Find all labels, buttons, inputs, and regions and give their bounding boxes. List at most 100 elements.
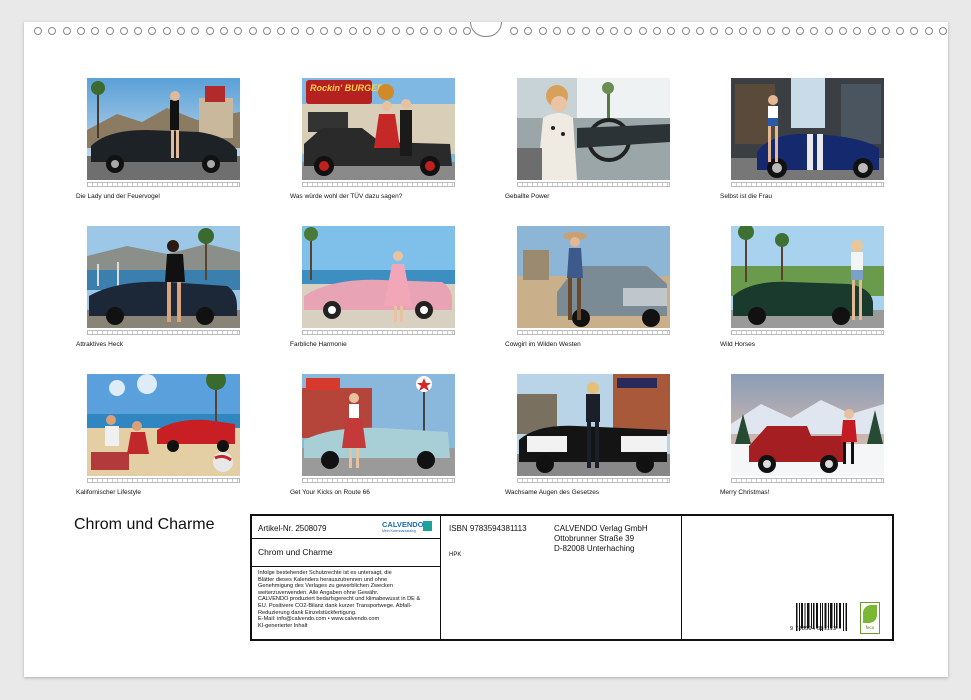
binding-ring <box>219 27 228 35</box>
binding-ring <box>524 27 533 35</box>
binding-ring <box>62 27 71 35</box>
thumbnail-1[interactable] <box>87 78 240 190</box>
mini-calendar-strip <box>517 330 670 335</box>
divider <box>252 538 440 539</box>
calvendo-logo-icon <box>423 521 432 531</box>
thumbnail-6[interactable] <box>302 226 455 338</box>
publisher-line: D-82008 Unterhaching <box>554 544 635 553</box>
thumbnail-caption: Kalifornischer Lifestyle <box>76 489 142 496</box>
binding-ring <box>896 27 905 35</box>
mini-calendar-strip <box>731 330 884 335</box>
hpk-label: HPK <box>449 552 462 558</box>
calendar-sheet: Die Lady und der Feuervogel Rockin' BURG… <box>24 22 948 677</box>
binding-ring <box>667 27 676 35</box>
binding-ring <box>939 27 947 35</box>
binding-ring <box>334 27 343 35</box>
mini-calendar-strip <box>302 330 455 335</box>
thumbnail-5[interactable] <box>87 226 240 338</box>
binding-ring <box>538 27 547 35</box>
photo-christmas-truck <box>731 374 884 476</box>
thumbnail-3[interactable] <box>517 78 670 190</box>
binding-ring <box>710 27 719 35</box>
photo-mustang-palms <box>731 226 884 328</box>
legal-line: CALVENDO produziert bedarfsgerecht und k… <box>258 596 421 603</box>
legal-line: Genehmigung des Verlages zu gewerblichen… <box>258 583 393 590</box>
binding-ring <box>724 27 733 35</box>
thumbnail-7[interactable] <box>517 226 670 338</box>
publisher-address: CALVENDO Verlag GmbH Ottobrunner Straße … <box>554 524 648 554</box>
binding-ring <box>781 27 790 35</box>
info-column-article: Artikel-Nr. 2508079 CALVENDO Mein Kalend… <box>252 516 441 639</box>
binding-ring <box>148 27 157 35</box>
thumbnail-12[interactable] <box>731 374 884 486</box>
binding-ring <box>638 27 647 35</box>
binding-ring <box>838 27 847 35</box>
binding-ring <box>753 27 762 35</box>
binding-ring <box>595 27 604 35</box>
binding-ring <box>76 27 85 35</box>
mini-calendar-strip <box>302 478 455 483</box>
thumbnail-caption: Selbst ist die Frau <box>720 193 773 200</box>
barcode-number: 9 783594 381113 <box>790 626 837 632</box>
binding-ring <box>434 27 443 35</box>
photo-corvette-marina <box>87 226 240 328</box>
binding-ring <box>581 27 590 35</box>
binding-ring <box>348 27 357 35</box>
binding-ring <box>134 27 143 35</box>
calendar-title: Chrom und Charme <box>74 516 215 533</box>
photo-rockin-burger: Rockin' BURGER <box>302 78 455 180</box>
binding-ring <box>624 27 633 35</box>
legal-line: Blätter dieses Kalenders herauszutrennen… <box>258 576 388 583</box>
photo-pink-cadillac <box>302 226 455 328</box>
calvendo-logo: CALVENDO <box>382 520 424 529</box>
publisher-line: CALVENDO Verlag GmbH <box>554 524 648 533</box>
binding-ring <box>810 27 819 35</box>
mini-calendar-strip <box>87 330 240 335</box>
photo-car-interior <box>517 78 670 180</box>
thumbnail-caption: Merry Christmas! <box>720 489 770 496</box>
mini-calendar-strip <box>87 478 240 483</box>
thumbnail-8[interactable] <box>731 226 884 338</box>
binding-ring <box>738 27 747 35</box>
info-column-barcode: 9 783594 381113 feco <box>682 516 892 639</box>
binding-ring <box>448 27 457 35</box>
mini-calendar-strip <box>517 478 670 483</box>
legal-line: E-Mail: info@calvendo.com • www.calvendo… <box>258 616 380 623</box>
photo-beach-picnic <box>87 374 240 476</box>
mini-calendar-strip <box>731 182 884 187</box>
thumbnail-caption: Get Your Kicks on Route 66 <box>290 489 370 496</box>
legal-line: EU. Positivere CO2-Bilanz dank kurzer Tr… <box>258 602 412 609</box>
isbn: ISBN 9783594381113 <box>449 524 527 533</box>
thumbnail-2[interactable]: Rockin' BURGER <box>302 78 455 190</box>
thumbnail-caption: Cowgirl im Wilden Westen <box>505 341 581 348</box>
binding-ring <box>924 27 933 35</box>
thumbnail-10[interactable] <box>302 374 455 486</box>
binding-ring <box>405 27 414 35</box>
photo-lady-firebird <box>87 78 240 180</box>
binding-ring <box>277 27 286 35</box>
binding-ring <box>695 27 704 35</box>
binding-ring <box>162 27 171 35</box>
binding-ring <box>824 27 833 35</box>
binding-ring <box>377 27 386 35</box>
thumbnail-caption: Wild Horses <box>720 341 756 348</box>
mini-calendar-strip <box>731 478 884 483</box>
photo-garage-cobra <box>731 78 884 180</box>
binding-ring <box>291 27 300 35</box>
eco-label: feco <box>865 625 875 630</box>
thumbnail-9[interactable] <box>87 374 240 486</box>
rockin-burger-sign: Rockin' BURGER <box>310 83 384 93</box>
publisher-line: Ottobrunner Straße 39 <box>554 534 635 543</box>
legal-text: Infolge bestehender Schutzrechte ist es … <box>258 570 436 629</box>
binding-ring <box>119 27 128 35</box>
binding-ring <box>420 27 429 35</box>
leaf-icon <box>863 605 877 623</box>
article-number: Artikel-Nr. 2508079 <box>258 524 327 533</box>
thumbnail-11[interactable] <box>517 374 670 486</box>
binding-ring <box>234 27 243 35</box>
binding-ring <box>796 27 804 35</box>
binding-ring <box>391 27 400 35</box>
thumbnail-4[interactable] <box>731 78 884 190</box>
legal-line: KI-generierter Inhalt <box>258 622 308 629</box>
binding-ring <box>681 27 690 35</box>
